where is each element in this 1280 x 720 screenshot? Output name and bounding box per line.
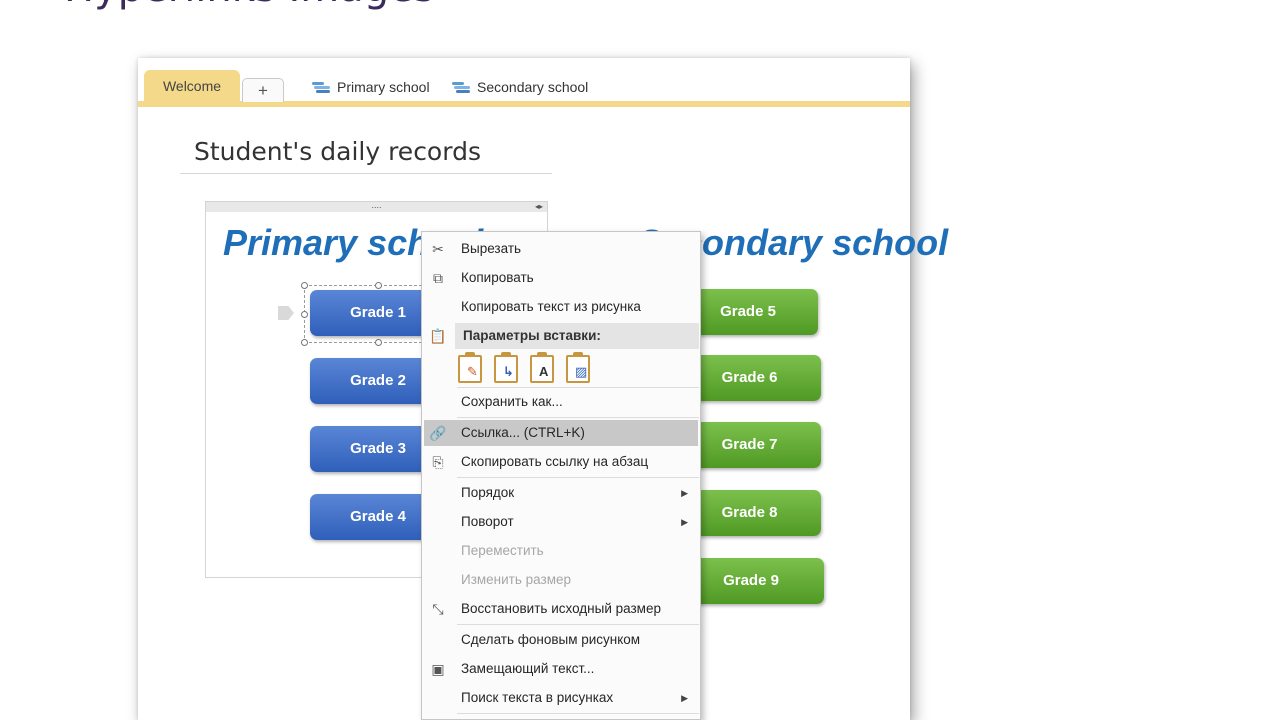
menu-item-resize: Изменить размер — [461, 572, 571, 587]
paragraph-link-icon: ⎘ — [432, 454, 444, 470]
container-resize-arrows[interactable]: ◂▸ — [535, 202, 543, 212]
restore-size-icon: ⤡ — [432, 601, 444, 617]
menu-item-move: Переместить — [461, 543, 544, 558]
tab-label: Primary school — [337, 79, 430, 95]
tab-welcome[interactable]: Welcome — [144, 70, 240, 103]
paste-options-row: ✎ ↳ A ▨ — [458, 352, 638, 385]
section-group-icon — [452, 80, 470, 94]
slide-title: Hyperlinks Images — [64, 0, 624, 10]
resize-handle[interactable] — [375, 339, 382, 346]
menu-item-cut[interactable]: ✂ Вырезать — [424, 236, 698, 262]
container-move-handle[interactable]: .... — [206, 201, 547, 212]
menu-separator — [457, 477, 699, 478]
menu-separator — [457, 624, 699, 625]
paste-as-picture-icon[interactable]: ▨ — [566, 352, 590, 383]
alt-text-icon: ▣ — [431, 661, 445, 677]
menu-item-link[interactable]: 🔗 Ссылка... (CTRL+K) — [424, 420, 698, 446]
submenu-arrow-icon: ▶ — [681, 488, 688, 498]
menu-separator — [457, 387, 699, 388]
paste-keep-formatting-icon[interactable]: ✎ — [458, 352, 482, 383]
menu-separator — [457, 713, 699, 714]
section-tab-bar: Welcome + Primary school Secondary schoo… — [138, 70, 910, 108]
tab-primary-school[interactable]: Primary school — [312, 76, 430, 98]
submenu-arrow-icon: ▶ — [681, 693, 688, 703]
clipboard-icon: 📋 — [429, 328, 447, 344]
menu-item-copy-text-from-picture[interactable]: Копировать текст из рисунка — [424, 294, 698, 320]
menu-item-alt-text[interactable]: ▣ Замещающий текст... — [424, 656, 698, 682]
menu-item-copy[interactable]: ⧉ Копировать — [424, 265, 698, 291]
menu-item-save-as[interactable]: Сохранить как... — [424, 389, 698, 415]
menu-item-set-as-background[interactable]: Сделать фоновым рисунком — [424, 627, 698, 653]
menu-separator — [457, 417, 699, 418]
resize-handle[interactable] — [375, 282, 382, 289]
menu-item-restore-original-size[interactable]: ⤡ Восстановить исходный размер — [424, 596, 698, 622]
paste-merge-formatting-icon[interactable]: ↳ — [494, 352, 518, 383]
scissors-icon: ✂ — [432, 241, 444, 257]
resize-handle[interactable] — [301, 282, 308, 289]
paste-options-header: Параметры вставки: — [455, 323, 699, 349]
tab-label: Secondary school — [477, 79, 589, 95]
menu-item-search-text-in-images[interactable]: Поиск текста в рисунках ▶ — [424, 685, 698, 711]
menu-item-order[interactable]: Порядок ▶ — [424, 480, 698, 506]
menu-item-copy-paragraph-link[interactable]: ⎘ Скопировать ссылку на абзац — [424, 449, 698, 475]
copy-icon: ⧉ — [433, 270, 443, 286]
section-group-icon — [312, 80, 330, 94]
menu-item-rotate[interactable]: Поворот ▶ — [424, 509, 698, 535]
tab-secondary-school[interactable]: Secondary school — [452, 76, 588, 98]
resize-handle[interactable] — [301, 339, 308, 346]
link-icon: 🔗 — [429, 425, 447, 441]
paste-text-only-icon[interactable]: A — [530, 352, 554, 383]
context-menu: ✂ Вырезать ⧉ Копировать Копировать текст… — [421, 231, 701, 720]
submenu-arrow-icon: ▶ — [681, 517, 688, 527]
add-section-button[interactable]: + — [242, 78, 284, 102]
page-title[interactable]: Student's daily records — [180, 134, 552, 174]
resize-handle[interactable] — [301, 311, 308, 318]
